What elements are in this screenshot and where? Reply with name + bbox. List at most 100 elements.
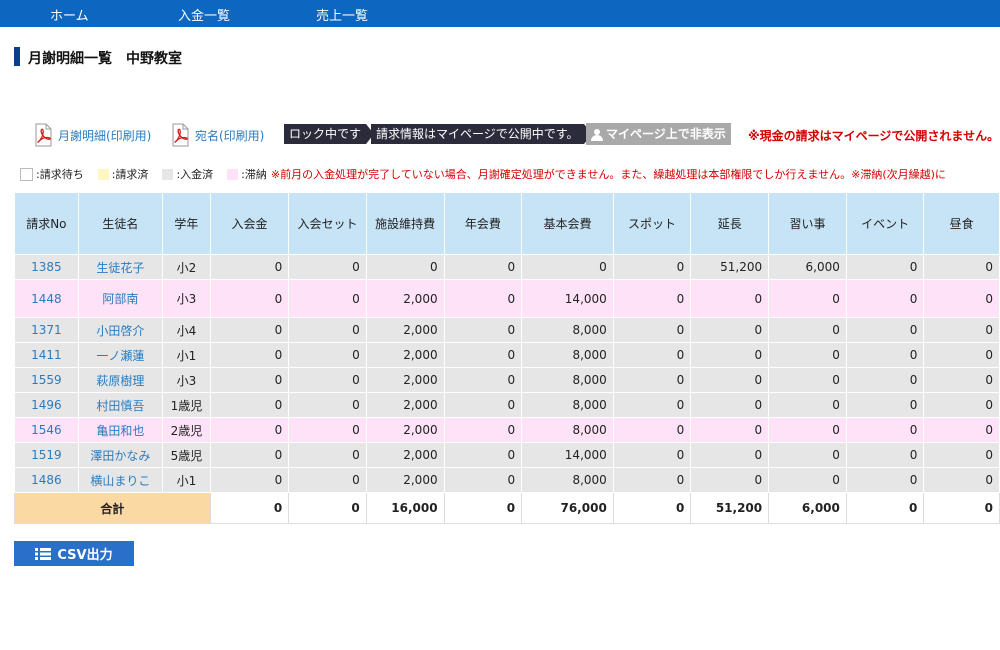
hide-mypage-label: マイページ上で非表示	[606, 127, 726, 141]
amount-cell: 0	[612, 392, 692, 418]
student-name-link[interactable]: 阿部南	[77, 279, 164, 318]
invoice-number-link[interactable]: 1371	[14, 317, 79, 343]
amount-cell: 0	[288, 367, 367, 393]
pdf-address-link[interactable]: 宛名(印刷用)	[170, 123, 264, 147]
amount-cell: 0	[923, 467, 1000, 493]
amount-cell: 8,000	[521, 367, 614, 393]
legend-swatch-waiting	[20, 167, 33, 181]
legend-billed: :請求済	[111, 168, 149, 181]
amount-cell: 2,000	[365, 417, 445, 443]
total-amount-cell: 0	[288, 492, 367, 524]
amount-cell: 0	[288, 467, 367, 493]
amount-cell: 0	[288, 279, 367, 318]
student-name-link[interactable]: 澤田かなみ	[77, 442, 164, 468]
amount-cell: 0	[923, 367, 1000, 393]
amount-cell: 2,000	[365, 467, 445, 493]
invoice-number-link[interactable]: 1448	[14, 279, 79, 318]
invoice-number-link[interactable]: 1559	[14, 367, 79, 393]
amount-cell: 2,000	[365, 317, 445, 343]
amount-cell: 0	[845, 317, 925, 343]
pdf-icon	[35, 123, 52, 147]
column-header: 習い事	[768, 192, 847, 255]
amount-cell: 0	[443, 317, 523, 343]
amount-cell: 0	[690, 467, 770, 493]
published-status: 請求情報はマイページで公開中です。	[371, 124, 592, 144]
amount-cell: 2,000	[365, 342, 445, 368]
amount-cell: 0	[923, 317, 1000, 343]
amount-cell: 0	[768, 279, 847, 318]
student-name-link[interactable]: 生徒花子	[77, 254, 164, 280]
amount-cell: 0	[209, 279, 290, 318]
student-name-link[interactable]: 横山まりこ	[77, 467, 164, 493]
amount-cell: 0	[690, 342, 770, 368]
amount-cell: 0	[521, 254, 614, 280]
amount-cell: 0	[768, 367, 847, 393]
amount-cell: 0	[443, 342, 523, 368]
amount-cell: 0	[690, 279, 770, 318]
amount-cell: 0	[612, 367, 692, 393]
amount-cell: 0	[690, 442, 770, 468]
amount-cell: 0	[768, 392, 847, 418]
amount-cell: 0	[768, 317, 847, 343]
invoice-number-link[interactable]: 1519	[14, 442, 79, 468]
student-name-link[interactable]: 亀田和也	[77, 417, 164, 443]
amount-cell: 0	[845, 417, 925, 443]
grade-cell: 小2	[162, 254, 211, 280]
amount-cell: 0	[288, 392, 367, 418]
invoice-number-link[interactable]: 1496	[14, 392, 79, 418]
column-header: 入会金	[209, 192, 290, 255]
student-name-link[interactable]: 一ノ瀬蓮	[77, 342, 164, 368]
amount-cell: 0	[209, 417, 290, 443]
total-amount-cell: 0	[209, 492, 290, 524]
student-name-link[interactable]: 小田啓介	[77, 317, 164, 343]
total-amount-cell: 76,000	[521, 492, 614, 524]
table-row: 1371 小田啓介 小4 0 0 2,000 0 8,000 0 0 0 0 0	[14, 317, 1000, 343]
amount-cell: 0	[768, 442, 847, 468]
cash-warning: ※現金の請求はマイページで公開されません。	[748, 129, 1000, 143]
amount-cell: 0	[845, 254, 925, 280]
nav-sales[interactable]: 売上一覧	[316, 5, 368, 24]
legend-swatch-paid	[162, 168, 174, 180]
amount-cell: 0	[768, 417, 847, 443]
column-header: イベント	[845, 192, 925, 255]
student-name-link[interactable]: 萩原樹理	[77, 367, 164, 393]
csv-export-button[interactable]: CSV出力	[14, 541, 134, 566]
total-amount-cell: 16,000	[365, 492, 445, 524]
invoice-number-link[interactable]: 1411	[14, 342, 79, 368]
amount-cell: 0	[365, 254, 445, 280]
locked-status: ロック中です	[284, 124, 375, 144]
hide-mypage-button[interactable]: マイページ上で非表示	[586, 123, 731, 145]
amount-cell: 0	[443, 367, 523, 393]
total-row: 合計 0 0 16,000 0 76,000 0 51,200 6,000 0 0	[14, 492, 1000, 524]
pdf-icon	[172, 123, 189, 147]
amount-cell: 0	[845, 367, 925, 393]
total-amount-cell: 6,000	[768, 492, 847, 524]
amount-cell: 0	[923, 342, 1000, 368]
table-row: 1559 萩原樹理 小3 0 0 2,000 0 8,000 0 0 0 0 0	[14, 367, 1000, 393]
column-header: 学年	[162, 192, 211, 255]
student-name-link[interactable]: 村田慎吾	[77, 392, 164, 418]
invoice-number-link[interactable]: 1385	[14, 254, 79, 280]
invoice-number-link[interactable]: 1486	[14, 467, 79, 493]
nav-home[interactable]: ホーム	[50, 5, 89, 24]
amount-cell: 0	[288, 254, 367, 280]
invoice-number-link[interactable]: 1546	[14, 417, 79, 443]
amount-cell: 0	[612, 417, 692, 443]
page-title: 月謝明細一覧 中野教室	[28, 51, 182, 67]
table-row: 1385 生徒花子 小2 0 0 0 0 0 0 51,200 6,000 0 0	[14, 254, 1000, 280]
title-accent	[14, 47, 20, 66]
amount-cell: 0	[288, 317, 367, 343]
amount-cell: 0	[612, 254, 692, 280]
amount-cell: 0	[845, 342, 925, 368]
amount-cell: 0	[923, 417, 1000, 443]
amount-cell: 0	[612, 317, 692, 343]
pdf-statement-label: 月謝明細(印刷用)	[58, 128, 152, 143]
amount-cell: 0	[288, 442, 367, 468]
total-amount-cell: 51,200	[690, 492, 770, 524]
pdf-statement-link[interactable]: 月謝明細(印刷用)	[33, 123, 151, 147]
amount-cell: 0	[443, 279, 523, 318]
column-header: 基本会費	[521, 192, 614, 255]
tuition-table: 請求No 生徒名 学年 入会金 入会セット 施設維持費 年会費 基本会費 スポット 延長 習い事 イベ…	[14, 192, 1000, 524]
amount-cell: 0	[612, 442, 692, 468]
nav-payments[interactable]: 入金一覧	[178, 5, 230, 24]
